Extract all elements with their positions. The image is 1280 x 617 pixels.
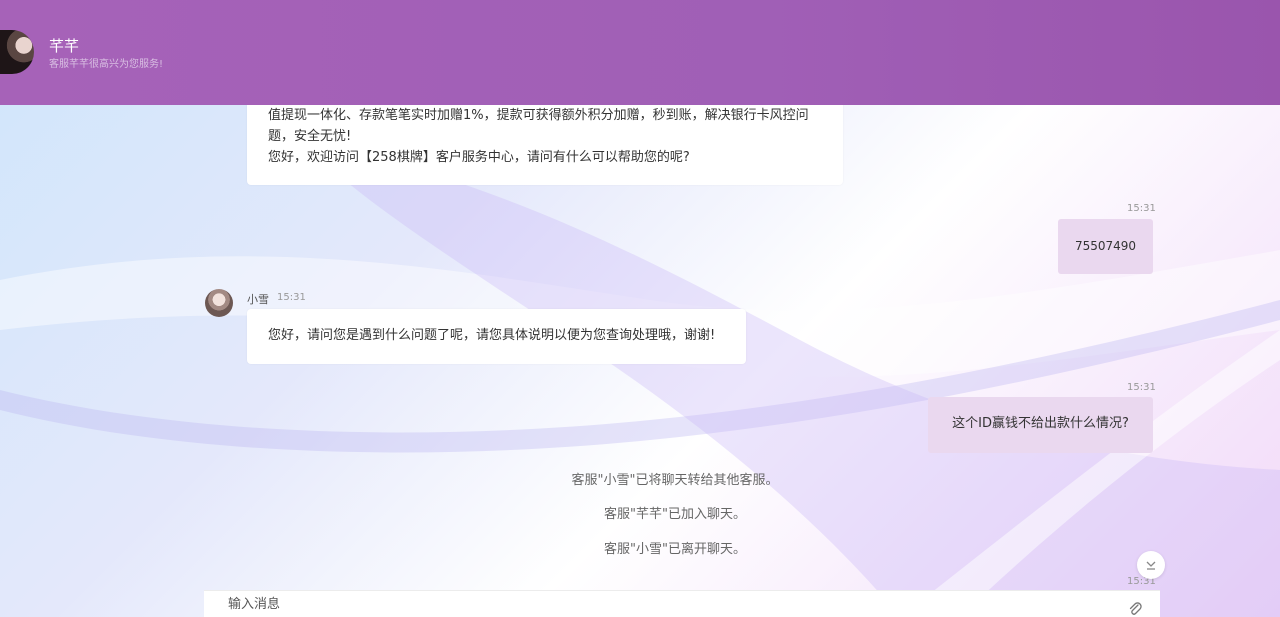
agent-avatar-small bbox=[205, 289, 233, 317]
welcome-message: 值提现一体化、存款笔笔实时加赠1%，提款可获得额外积分加赠，秒到账，解决银行卡风… bbox=[247, 95, 843, 185]
user-message: 这个ID赢钱不给出款什么情况? bbox=[928, 397, 1153, 453]
welcome-line-3: 您好，欢迎访问【258棋牌】客户服务中心，请问有什么可以帮助您的呢? bbox=[268, 150, 690, 165]
user-message-time: 15:31 bbox=[1127, 203, 1156, 214]
welcome-line-2: 题，安全无忧! bbox=[268, 129, 352, 144]
chevron-down-icon bbox=[1146, 561, 1156, 570]
agent-message-text: 您好，请问您是遇到什么问题了呢，请您具体说明以便为您查询处理哦，谢谢! bbox=[268, 328, 716, 343]
agent-avatar bbox=[0, 30, 34, 74]
system-notice: 客服"小雪"已将聊天转给其他客服。 bbox=[571, 473, 779, 488]
paperclip-icon[interactable] bbox=[1128, 601, 1142, 617]
user-message: 75507490 bbox=[1058, 219, 1153, 274]
agent-greeting: 客服芊芊很高兴为您服务! bbox=[49, 59, 164, 70]
user-message-text: 这个ID赢钱不给出款什么情况? bbox=[952, 416, 1129, 431]
message-composer bbox=[204, 590, 1160, 617]
agent-message: 您好，请问您是遇到什么问题了呢，请您具体说明以便为您查询处理哦，谢谢! bbox=[247, 309, 746, 364]
user-message-time: 15:31 bbox=[1127, 382, 1156, 393]
chat-header: 芊芊 客服芊芊很高兴为您服务! bbox=[0, 0, 1280, 105]
scroll-to-bottom-button[interactable] bbox=[1137, 551, 1165, 579]
user-message-text: 75507490 bbox=[1074, 239, 1137, 253]
agent-message-time: 15:31 bbox=[277, 292, 306, 303]
message-input[interactable] bbox=[204, 591, 1104, 617]
system-notice: 客服"小雪"已离开聊天。 bbox=[604, 542, 746, 557]
agent-name: 芊芊 bbox=[49, 37, 80, 55]
welcome-line-1: 值提现一体化、存款笔笔实时加赠1%，提款可获得额外积分加赠，秒到账，解决银行卡风… bbox=[268, 108, 809, 123]
system-notice: 客服"芊芊"已加入聊天。 bbox=[604, 507, 746, 522]
agent-message-name: 小雪 bbox=[247, 293, 269, 306]
